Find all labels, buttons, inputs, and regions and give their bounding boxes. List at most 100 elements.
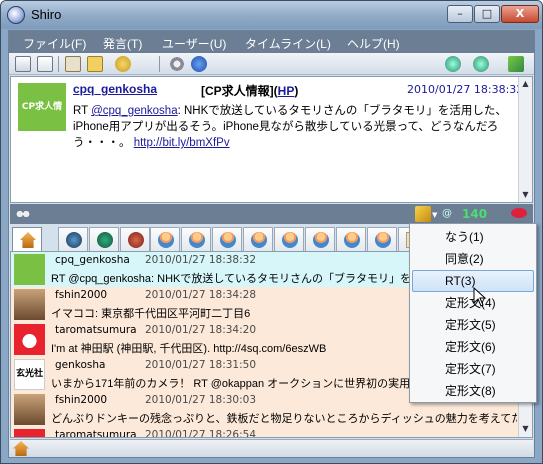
- detail-username-link[interactable]: cpq_genkosha: [73, 82, 157, 96]
- timeline-row[interactable]: taromatsumura 2010/01/27 18:26:54: [11, 427, 519, 438]
- rt-prefix: RT: [73, 105, 92, 117]
- row-username: fshin2000: [55, 289, 108, 301]
- menu-timeline[interactable]: タイムライン(L): [245, 35, 331, 52]
- avatar[interactable]: [14, 429, 45, 437]
- tab-home[interactable]: [12, 227, 42, 252]
- close-button[interactable]: X: [501, 5, 539, 23]
- context-menu: なう(1) 同意(2) RT(3) 定形文(4) 定形文(5) 定形文(6) 定…: [409, 223, 537, 403]
- user-icon: [282, 232, 298, 248]
- menu-item-template-6[interactable]: 定形文(6): [412, 336, 534, 358]
- menu-item-template-8[interactable]: 定形文(8): [412, 380, 534, 402]
- users-icon[interactable]: [15, 209, 31, 219]
- menu-post[interactable]: 発言(T): [103, 35, 142, 52]
- mention-link[interactable]: @cpq_genkosha: [91, 105, 178, 117]
- menu-item-now[interactable]: なう(1): [412, 226, 534, 248]
- detail-display-name: [CP求人情報](HP): [201, 82, 298, 99]
- refresh-all-icon[interactable]: [473, 56, 489, 72]
- user-icon: [220, 232, 236, 248]
- mouse-cursor-icon: [473, 287, 487, 307]
- tab-user-4[interactable]: [243, 227, 273, 251]
- detail-text: RT @cpq_genkosha: NHKで放送しているタモリさんの「ブラタモリ…: [73, 103, 517, 151]
- maximize-button[interactable]: □: [474, 5, 500, 23]
- bird-icon: [66, 232, 82, 248]
- tab-bird-3[interactable]: [120, 227, 150, 251]
- settings-gear-icon[interactable]: [169, 56, 185, 72]
- window-title: Shiro: [31, 7, 62, 22]
- user-icon: [189, 232, 205, 248]
- lips-icon[interactable]: [511, 208, 527, 218]
- tweet-detail-pane: CP求人情報 cpq_genkosha [CP求人情報](HP) 2010/01…: [10, 76, 533, 203]
- leaf-icon[interactable]: [508, 56, 524, 72]
- avatar[interactable]: [14, 254, 45, 285]
- tab-user-8[interactable]: [367, 227, 397, 251]
- tab-user-2[interactable]: [181, 227, 211, 251]
- user-icon: [313, 232, 329, 248]
- character-counter: 140: [462, 207, 488, 221]
- detail-scrollbar[interactable]: ▲ ▼: [518, 77, 532, 202]
- row-username: taromatsumura: [55, 429, 137, 438]
- homepage-link[interactable]: HP: [278, 84, 295, 98]
- user-icon: [375, 232, 391, 248]
- row-date: 2010/01/27 18:34:28: [145, 289, 257, 301]
- tab-bird-2[interactable]: [89, 227, 119, 251]
- tab-user-3[interactable]: [212, 227, 242, 251]
- refresh-icon[interactable]: [445, 56, 461, 72]
- detail-avatar[interactable]: CP求人情報: [18, 83, 66, 160]
- row-username: cpq_genkosha: [55, 254, 130, 266]
- row-date: 2010/01/27 18:26:54: [145, 429, 257, 438]
- home-icon: [20, 232, 36, 248]
- row-username: taromatsumura: [55, 324, 137, 336]
- user-icon[interactable]: [115, 56, 131, 72]
- user-icon: [344, 232, 360, 248]
- row-date: 2010/01/27 18:38:32: [145, 254, 257, 266]
- short-url-link[interactable]: http://bit.ly/bmXfPv: [134, 137, 230, 149]
- home-icon[interactable]: [13, 441, 29, 456]
- scroll-up-arrow-icon[interactable]: ▲: [521, 80, 530, 88]
- copy-icon[interactable]: [37, 56, 53, 72]
- avatar[interactable]: 玄光社: [14, 359, 45, 390]
- row-date: 2010/01/27 18:31:50: [145, 359, 257, 371]
- display-name-text: [CP求人情報]: [201, 84, 274, 98]
- hp-close-paren: ): [294, 84, 299, 98]
- toolbar-separator: [159, 56, 160, 72]
- at-reply-icon[interactable]: @: [442, 208, 452, 220]
- app-window: Shiro – □ X ファイル(F) 発言(T) ユーザー(U) タイムライン…: [0, 0, 543, 464]
- pen-icon[interactable]: [415, 206, 431, 222]
- row-date: 2010/01/27 18:34:20: [145, 324, 257, 336]
- chevron-down-icon[interactable]: ▼: [432, 211, 437, 219]
- toolbar: [9, 53, 534, 75]
- menu-user[interactable]: ユーザー(U): [162, 35, 226, 52]
- status-strip: ▼ @ 140: [10, 204, 533, 224]
- menu-item-agree[interactable]: 同意(2): [412, 248, 534, 270]
- tab-user-6[interactable]: [305, 227, 335, 251]
- user-icon: [251, 232, 267, 248]
- minimize-button[interactable]: –: [447, 5, 473, 23]
- avatar[interactable]: [14, 324, 45, 355]
- row-date: 2010/01/27 18:30:03: [145, 394, 257, 406]
- menu-item-template-5[interactable]: 定形文(5): [412, 314, 534, 336]
- menu-bar: ファイル(F) 発言(T) ユーザー(U) タイムライン(L) ヘルプ(H): [9, 31, 534, 53]
- row-username: fshin2000: [55, 394, 108, 406]
- menu-file[interactable]: ファイル(F): [23, 35, 86, 52]
- scroll-down-arrow-icon[interactable]: ▼: [521, 191, 530, 199]
- title-bar[interactable]: Shiro – □ X: [1, 1, 542, 29]
- menu-help[interactable]: ヘルプ(H): [347, 35, 400, 52]
- edit-list-icon[interactable]: [65, 56, 81, 72]
- bird-icon: [97, 232, 113, 248]
- help-icon[interactable]: [191, 56, 207, 72]
- user-icon: [158, 232, 174, 248]
- tab-user-7[interactable]: [336, 227, 366, 251]
- magic-wand-icon[interactable]: [87, 56, 103, 72]
- new-post-icon[interactable]: [15, 56, 31, 72]
- menu-item-template-7[interactable]: 定形文(7): [412, 358, 534, 380]
- avatar[interactable]: [14, 289, 45, 320]
- tab-user-5[interactable]: [274, 227, 304, 251]
- detail-date: 2010/01/27 18:38:32: [407, 83, 524, 96]
- tab-user-1[interactable]: [150, 227, 180, 251]
- row-text: どんぶりドンキーの残念っぷりと、鉄板だと物足りないところからディッシュの魅力を考…: [51, 413, 517, 425]
- scroll-down-arrow-icon[interactable]: ▼: [521, 425, 530, 433]
- bottom-bar: [10, 439, 533, 457]
- tab-bird-1[interactable]: [58, 227, 88, 251]
- toolbar-separator: [58, 56, 59, 72]
- avatar[interactable]: [14, 394, 45, 425]
